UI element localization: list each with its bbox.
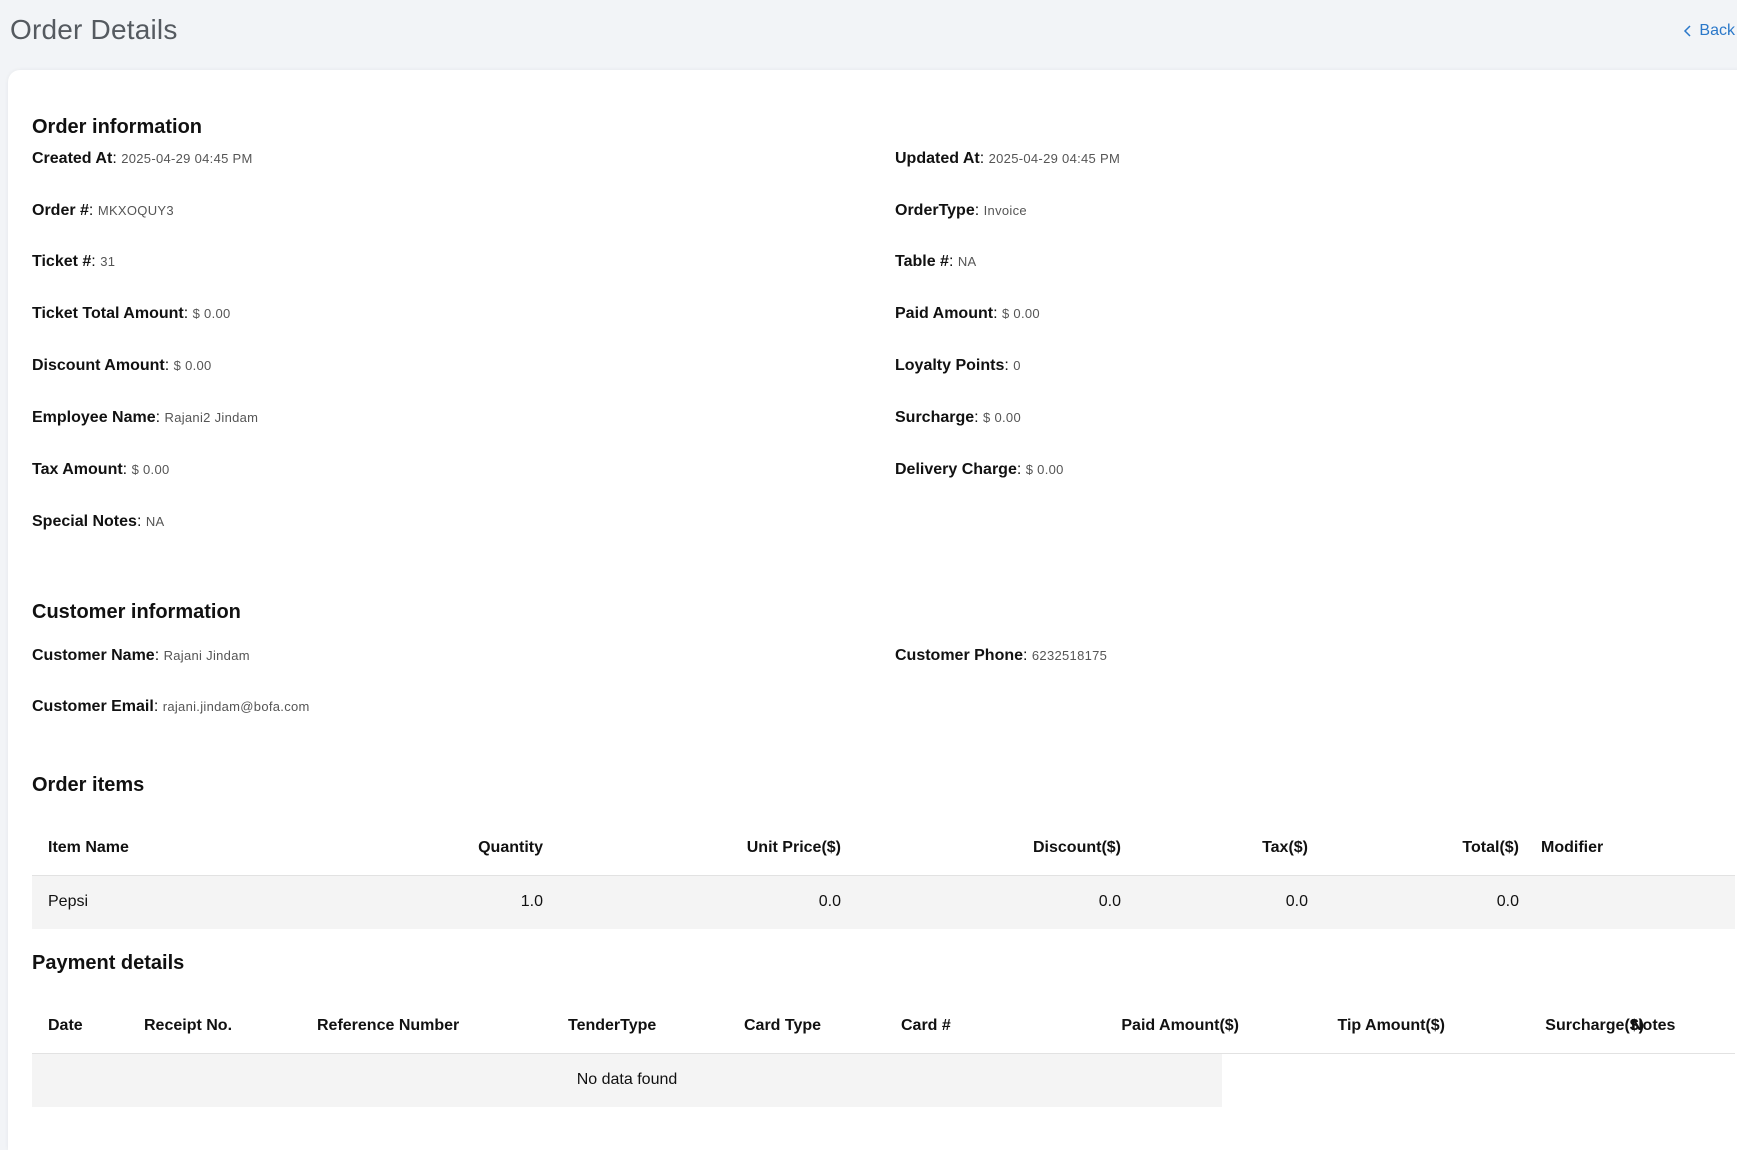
- field-label: Customer Name: [32, 647, 155, 664]
- column-header[interactable]: Reference Number: [317, 1017, 459, 1035]
- table-cell: 0.0: [1098, 893, 1121, 910]
- column-header[interactable]: Card Type: [744, 1017, 821, 1035]
- column-header[interactable]: Tip Amount($): [1337, 1017, 1445, 1035]
- field-table-no: Table #: NA: [895, 253, 977, 270]
- field-value: Rajani Jindam: [163, 648, 250, 663]
- chevron-left-icon: [1684, 25, 1691, 37]
- field-value: $ 0.00: [173, 358, 212, 373]
- field-label: Ticket #: [32, 253, 92, 270]
- field-value: 2025-04-29 04:45 PM: [988, 151, 1121, 166]
- payment-details-table: Date Receipt No. Reference Number Tender…: [32, 998, 1735, 1107]
- column-header[interactable]: Date: [48, 1017, 83, 1035]
- field-label: OrderType: [895, 202, 975, 219]
- order-info-title: Order information: [32, 116, 203, 138]
- field-order-type: OrderType: Invoice: [895, 202, 1027, 219]
- field-label: Updated At: [895, 150, 980, 167]
- field-value: 6232518175: [1031, 648, 1108, 663]
- table-cell: 1.0: [520, 893, 543, 910]
- field-value: NA: [145, 514, 165, 529]
- column-header[interactable]: Modifier: [1541, 839, 1603, 857]
- column-header[interactable]: Surcharge($): [1545, 1017, 1644, 1035]
- field-loyalty-points: Loyalty Points: 0: [895, 357, 1021, 374]
- field-paid-amount: Paid Amount: $ 0.00: [895, 305, 1040, 322]
- field-value: $ 0.00: [1025, 462, 1064, 477]
- table-header-row: Date Receipt No. Reference Number Tender…: [32, 998, 1735, 1054]
- field-value: 0: [1013, 358, 1021, 373]
- field-value: $ 0.00: [983, 410, 1021, 425]
- field-special-notes: Special Notes: NA: [32, 513, 165, 530]
- field-value: $ 0.00: [1001, 306, 1040, 321]
- field-label: Customer Phone: [895, 647, 1024, 664]
- back-button[interactable]: Back: [1683, 22, 1737, 40]
- column-header[interactable]: Unit Price($): [747, 839, 841, 857]
- field-value: Invoice: [983, 203, 1027, 218]
- table-cell: 0.0: [1285, 893, 1308, 910]
- column-header[interactable]: Card #: [901, 1017, 951, 1035]
- field-label: Paid Amount: [895, 305, 994, 322]
- empty-row: No data found: [32, 1054, 1222, 1107]
- column-header[interactable]: Paid Amount($): [1121, 1017, 1239, 1035]
- column-header[interactable]: Tax($): [1262, 839, 1308, 857]
- field-surcharge: Surcharge: $ 0.00: [895, 409, 1021, 426]
- field-value: 2025-04-29 04:45 PM: [121, 151, 253, 166]
- page-title: Order Details: [10, 14, 178, 45]
- field-label: Table #: [895, 253, 949, 270]
- field-updated-at: Updated At: 2025-04-29 04:45 PM: [895, 150, 1121, 167]
- field-ticket-no: Ticket #: 31: [32, 253, 116, 270]
- field-discount-amount: Discount Amount: $ 0.00: [32, 357, 212, 374]
- field-delivery-charge: Delivery Charge: $ 0.00: [895, 461, 1064, 478]
- order-details-card: Order information Created At: 2025-04-29…: [8, 70, 1737, 1150]
- column-header[interactable]: Item Name: [48, 839, 129, 857]
- table-cell: 0.0: [1496, 893, 1519, 910]
- column-header[interactable]: Quantity: [478, 839, 543, 857]
- payment-details-title: Payment details: [32, 952, 185, 974]
- field-label: Customer Email: [32, 698, 154, 715]
- field-created-at: Created At: 2025-04-29 04:45 PM: [32, 150, 253, 167]
- page-header: Order Details Back: [0, 0, 1737, 70]
- field-customer-phone: Customer Phone: 6232518175: [895, 647, 1108, 664]
- field-label: Tax Amount: [32, 461, 123, 478]
- column-header[interactable]: Notes: [1631, 1017, 1675, 1035]
- table-row: Pepsi 1.0 0.0 0.0 0.0 0.0: [32, 876, 1735, 929]
- field-label: Ticket Total Amount: [32, 305, 184, 322]
- field-customer-email: Customer Email: rajani.jindam@bofa.com: [32, 698, 310, 715]
- field-label: Loyalty Points: [895, 357, 1005, 374]
- field-label: Surcharge: [895, 409, 975, 426]
- column-header[interactable]: Receipt No.: [144, 1017, 232, 1035]
- back-label: Back: [1699, 22, 1735, 39]
- field-label: Delivery Charge: [895, 461, 1017, 478]
- field-value: Rajani2 Jindam: [164, 410, 259, 425]
- field-label: Employee Name: [32, 409, 156, 426]
- table-cell: 0.0: [818, 893, 841, 910]
- field-order-no: Order #: MKXOQUY3: [32, 202, 174, 219]
- customer-info-title: Customer information: [32, 601, 241, 623]
- table-header-row: Item Name Quantity Unit Price($) Discoun…: [32, 820, 1735, 876]
- field-value: $ 0.00: [131, 462, 170, 477]
- field-value: NA: [957, 254, 977, 269]
- table-cell: Pepsi: [48, 893, 89, 910]
- column-header[interactable]: Discount($): [1033, 839, 1121, 857]
- field-label: Created At: [32, 150, 113, 167]
- column-header[interactable]: TenderType: [568, 1017, 656, 1035]
- order-items-table: Item Name Quantity Unit Price($) Discoun…: [32, 820, 1735, 929]
- empty-message: No data found: [576, 1071, 678, 1088]
- field-value: 31: [100, 254, 116, 269]
- field-label: Special Notes: [32, 513, 137, 530]
- field-value: MKXOQUY3: [97, 203, 174, 218]
- field-value: $ 0.00: [192, 306, 231, 321]
- field-label: Discount Amount: [32, 357, 165, 374]
- field-label: Order #: [32, 202, 89, 219]
- column-header[interactable]: Total($): [1462, 839, 1519, 857]
- field-employee-name: Employee Name: Rajani2 Jindam: [32, 409, 259, 426]
- field-value: rajani.jindam@bofa.com: [162, 699, 310, 714]
- field-ticket-total: Ticket Total Amount: $ 0.00: [32, 305, 231, 322]
- order-items-title: Order items: [32, 774, 145, 796]
- field-tax-amount: Tax Amount: $ 0.00: [32, 461, 170, 478]
- field-customer-name: Customer Name: Rajani Jindam: [32, 647, 250, 664]
